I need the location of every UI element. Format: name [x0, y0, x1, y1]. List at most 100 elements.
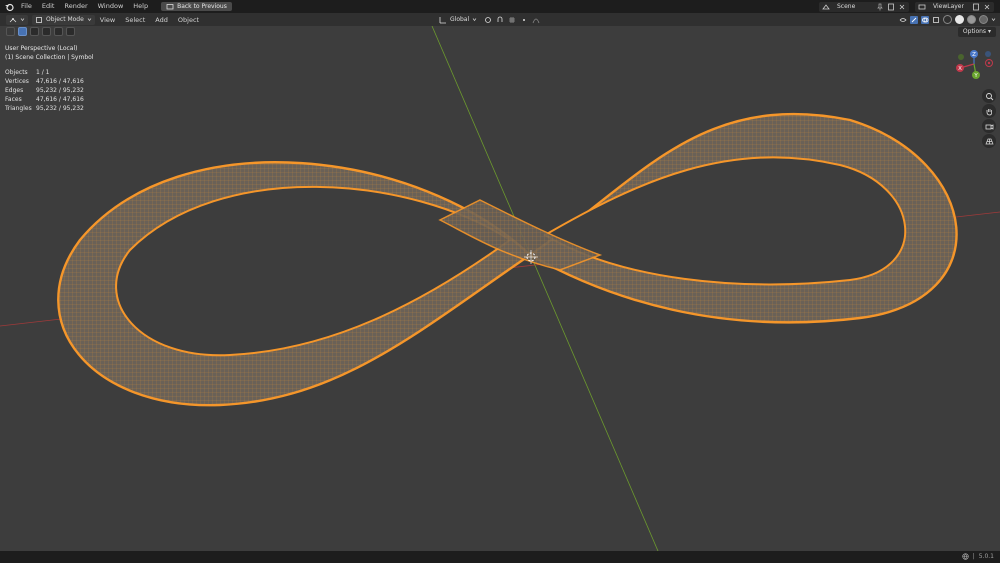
hand-icon	[986, 108, 992, 115]
back-to-previous-button[interactable]: Back to Previous	[161, 2, 232, 11]
camera-icon	[985, 123, 993, 130]
orientation-label: Global	[450, 16, 470, 23]
menu-select[interactable]: Select	[120, 16, 150, 24]
xray-icon[interactable]	[932, 16, 940, 24]
pin-icon[interactable]	[876, 3, 884, 11]
wireframe-shading-button[interactable]	[943, 15, 952, 24]
navigation-gizmo[interactable]: Z X Y	[948, 46, 996, 84]
scene-icon	[822, 3, 830, 9]
version-separator: |	[972, 553, 975, 560]
proportional-edit-icon[interactable]	[520, 16, 528, 24]
material-shading-button[interactable]	[967, 15, 976, 24]
back-to-previous-label: Back to Previous	[177, 3, 227, 10]
object-mode-icon	[36, 16, 42, 23]
collection-label: (1) Scene Collection | Symbol	[5, 54, 94, 61]
select-invert-icon[interactable]	[54, 27, 63, 36]
view-layer-name[interactable]: ViewLayer	[929, 3, 969, 10]
perspective-toggle-button[interactable]	[982, 134, 996, 148]
infinity-mesh-object[interactable]	[57, 112, 958, 407]
options-button[interactable]: Options ▾	[957, 27, 996, 37]
stat-value: 95,232 / 95,232	[36, 105, 84, 112]
scene-selector[interactable]: Scene	[819, 1, 909, 12]
stat-row: Edges 95,232 / 95,232	[5, 86, 84, 95]
stat-value: 47,616 / 47,616	[36, 96, 84, 103]
gizmo-x-label: X	[958, 66, 962, 72]
gizmo-y-label: Y	[973, 73, 978, 79]
gizmo-neg-y-icon[interactable]	[958, 54, 964, 60]
menu-help[interactable]: Help	[128, 0, 153, 13]
chevron-down-icon	[20, 18, 25, 22]
rendered-shading-button[interactable]	[979, 15, 988, 24]
mode-dropdown[interactable]: Object Mode	[32, 14, 95, 25]
select-extend-icon[interactable]	[30, 27, 39, 36]
version-info: | 5.0.1	[962, 553, 994, 560]
close-scene-icon[interactable]	[898, 3, 906, 11]
blender-logo-icon[interactable]	[2, 0, 16, 13]
scene-statistics: Objects 1 / 1 Vertices 47,616 / 47,616 Edg…	[5, 68, 84, 113]
menu-object[interactable]: Object	[173, 16, 204, 24]
status-bar: | 5.0.1	[0, 551, 1000, 563]
menu-file[interactable]: File	[16, 0, 37, 13]
stat-label: Faces	[5, 96, 22, 103]
new-view-layer-icon[interactable]	[972, 3, 980, 11]
stat-value: 47,616 / 47,616	[36, 78, 84, 85]
viewport-info: User Perspective (Local) (1) Scene Colle…	[5, 44, 93, 62]
select-tool-icon[interactable]	[6, 27, 15, 36]
editor-type-dropdown[interactable]	[6, 14, 28, 25]
stat-value: 1 / 1	[36, 69, 50, 76]
stat-row: Triangles 95,232 / 95,232	[5, 104, 84, 113]
chevron-down-icon	[87, 18, 92, 22]
menu-render[interactable]: Render	[59, 0, 92, 13]
stat-label: Objects	[5, 69, 28, 76]
options-label: Options	[962, 28, 987, 35]
version-label: 5.0.1	[978, 553, 994, 560]
mode-label: Object Mode	[46, 16, 84, 23]
chevron-down-icon[interactable]	[991, 17, 996, 22]
menu-view[interactable]: View	[95, 16, 120, 24]
new-scene-icon[interactable]	[887, 3, 895, 11]
stat-row: Objects 1 / 1	[5, 68, 84, 77]
stat-label: Triangles	[5, 105, 32, 112]
select-subtract-icon[interactable]	[42, 27, 51, 36]
tool-row	[6, 27, 75, 36]
select-intersect-icon[interactable]	[66, 27, 75, 36]
gizmo-toggle-icon[interactable]	[910, 15, 918, 24]
perspective-label: User Perspective (Local)	[5, 45, 78, 52]
snap-icon[interactable]	[496, 16, 504, 24]
overlays-icon[interactable]	[921, 15, 929, 24]
gizmo-neg-z-icon[interactable]	[985, 51, 991, 57]
close-view-layer-icon[interactable]	[983, 3, 991, 11]
pivot-icon[interactable]	[484, 16, 492, 24]
solid-shading-button[interactable]	[955, 15, 964, 24]
viewport-editor-icon	[9, 17, 17, 22]
screen-icon	[166, 3, 174, 9]
viewport-header: Object Mode View Select Add Object Globa…	[0, 13, 1000, 26]
zoom-icon	[985, 92, 993, 100]
view-layer-icon	[918, 4, 926, 9]
chevron-down-icon	[472, 18, 477, 22]
stat-row: Faces 47,616 / 47,616	[5, 95, 84, 104]
grid-perspective-icon	[984, 138, 994, 144]
orientation-icon	[439, 16, 446, 23]
view-layer-selector[interactable]: ViewLayer	[915, 1, 994, 12]
transform-orientation-dropdown[interactable]: Global	[436, 14, 481, 25]
stat-row: Vertices 47,616 / 47,616	[5, 77, 84, 86]
visibility-icon[interactable]	[899, 16, 907, 24]
globe-icon	[962, 553, 969, 560]
top-menu-bar: File Edit Render Window Help Back to Pre…	[0, 0, 1000, 13]
chevron-down-icon: ▾	[987, 28, 991, 35]
pan-button[interactable]	[982, 104, 996, 118]
scene-name[interactable]: Scene	[833, 3, 873, 10]
3d-viewport[interactable]	[0, 26, 1000, 551]
stat-value: 95,232 / 95,232	[36, 87, 84, 94]
camera-view-button[interactable]	[982, 119, 996, 133]
falloff-icon[interactable]	[532, 16, 540, 24]
zoom-button[interactable]	[982, 89, 996, 103]
select-new-icon[interactable]	[18, 27, 27, 36]
menu-edit[interactable]: Edit	[37, 0, 60, 13]
snap-grid-icon[interactable]	[508, 16, 516, 24]
menu-window[interactable]: Window	[93, 0, 129, 13]
stat-label: Vertices	[5, 78, 29, 85]
gizmo-z-label: Z	[972, 52, 976, 58]
menu-add[interactable]: Add	[150, 16, 173, 24]
